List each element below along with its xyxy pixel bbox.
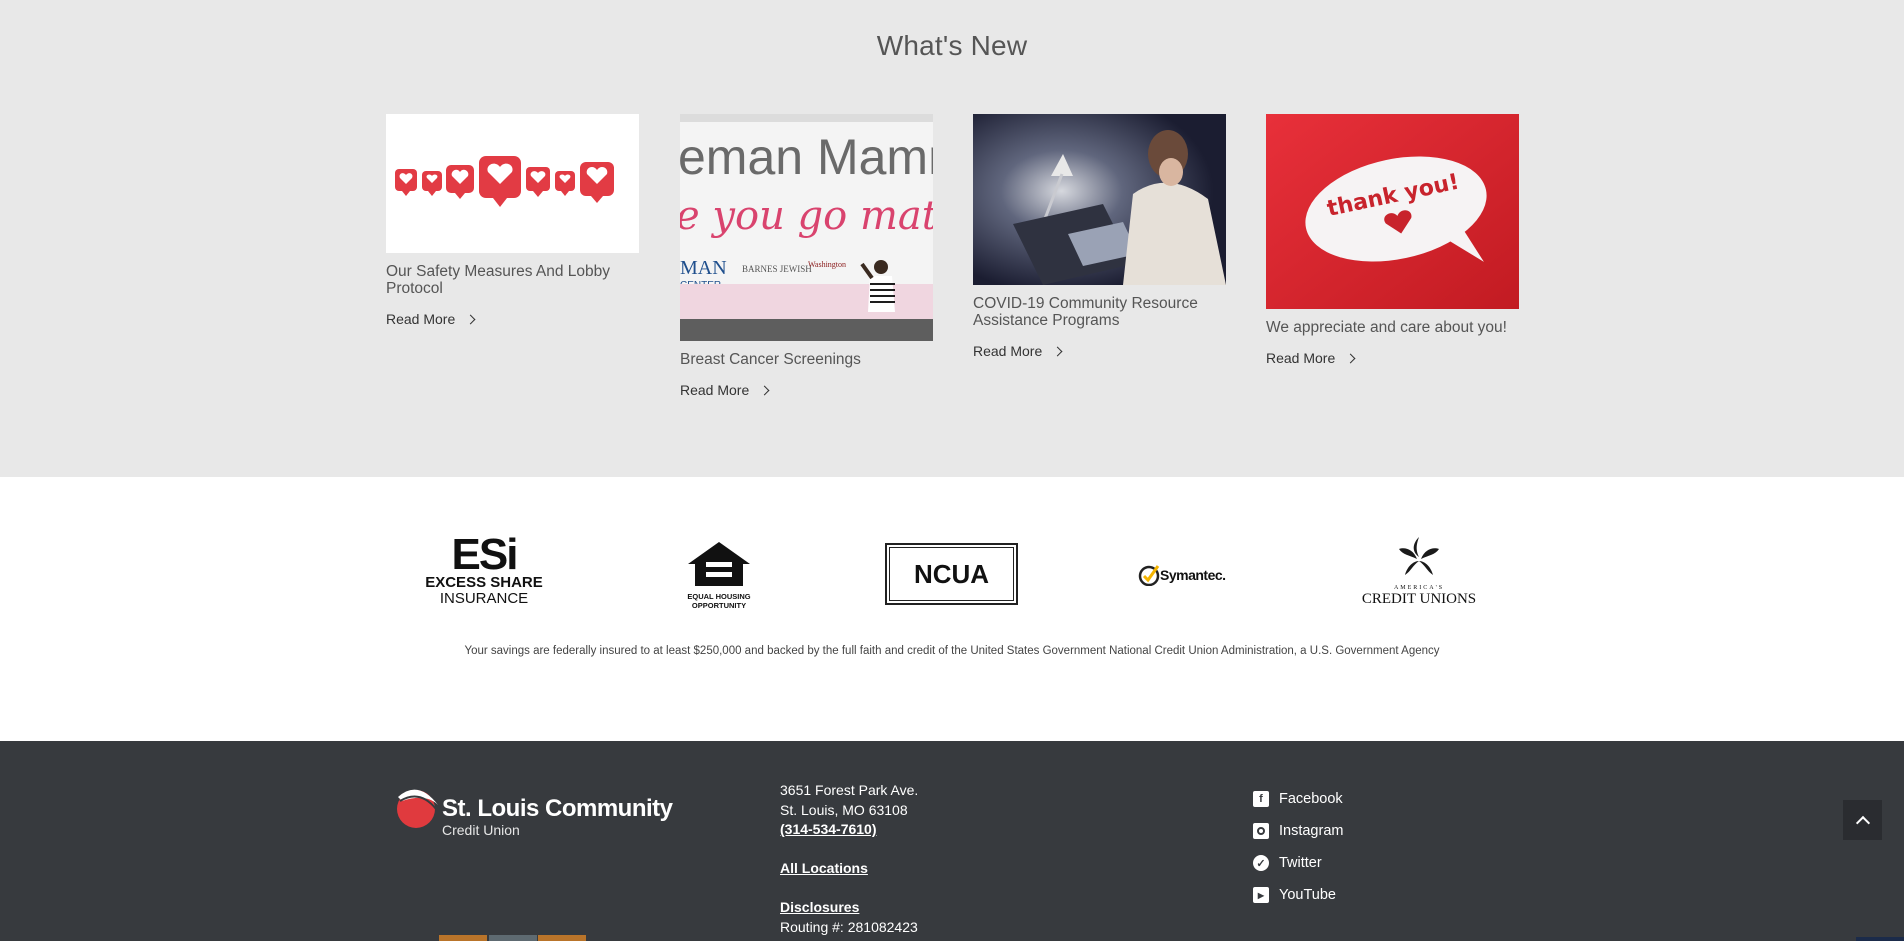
insurance-disclaimer: Your savings are federally insured to at… xyxy=(464,645,1440,657)
social-label: YouTube xyxy=(1279,887,1336,903)
thank-you-bubble-illustration: thank you! xyxy=(1266,114,1519,309)
acu-big-text: CREDIT UNIONS xyxy=(1361,591,1477,607)
van-script: e you go matter xyxy=(680,193,933,239)
social-instagram[interactable]: Instagram xyxy=(1253,815,1343,847)
thank-you-image[interactable]: thank you! xyxy=(1266,114,1519,309)
esi-line2: INSURANCE xyxy=(439,590,529,607)
news-card-safety: Our Safety Measures And Lobby Protocol R… xyxy=(386,114,639,328)
footer-brand-logo[interactable]: St. Louis Community Credit Union xyxy=(392,783,673,839)
mammography-van-image[interactable]: eman Mamm e you go matter MAN CENTER BAR… xyxy=(680,114,933,341)
twitter-icon: ✓ xyxy=(1253,855,1269,871)
svg-text:Washington: Washington xyxy=(808,260,846,269)
footer-tab-gray[interactable] xyxy=(489,935,537,941)
symantec-logo: Symantec. xyxy=(1138,562,1238,588)
youtube-icon: ▶ xyxy=(1253,887,1269,903)
ncua-mark: NCUA xyxy=(913,558,990,589)
brand-name: St. Louis Community xyxy=(442,795,673,822)
read-more-link[interactable]: Read More xyxy=(973,343,1063,359)
news-card-covid-resources: COVID-19 Community Resource Assistance P… xyxy=(973,114,1226,360)
ncua-logo: NCUA xyxy=(885,543,1018,605)
address-line1: 3651 Forest Park Ave. xyxy=(780,782,919,798)
chevron-right-icon xyxy=(759,385,770,395)
read-more-label: Read More xyxy=(1266,350,1336,366)
esi-logo: ESi EXCESS SHARE INSURANCE xyxy=(417,530,551,615)
van-text: eman Mamm xyxy=(680,129,933,185)
hearts-image[interactable] xyxy=(386,114,639,253)
social-facebook[interactable]: f Facebook xyxy=(1253,783,1343,815)
news-card-title[interactable]: COVID-19 Community Resource Assistance P… xyxy=(973,295,1226,329)
chevron-up-icon xyxy=(1855,815,1870,831)
social-youtube[interactable]: ▶ YouTube xyxy=(1253,879,1343,911)
news-card-title[interactable]: Our Safety Measures And Lobby Protocol xyxy=(386,263,639,297)
house-icon xyxy=(688,542,750,586)
chevron-right-icon xyxy=(465,314,476,324)
heart-notifications-illustration xyxy=(395,156,614,207)
woman-at-laptop-photo xyxy=(973,114,1226,285)
social-twitter[interactable]: ✓ Twitter xyxy=(1253,847,1343,879)
credit-union-swoosh-icon xyxy=(397,789,438,828)
equal-housing-logo: EQUAL HOUSING OPPORTUNITY xyxy=(685,540,753,610)
news-card-thank-you: thank you! We appreciate and care about … xyxy=(1266,114,1519,367)
address-line2: St. Louis, MO 63108 xyxy=(780,801,908,818)
phone-link[interactable]: (314-534-7610) xyxy=(780,821,877,837)
whats-new-section: What's New Our Safety Measures And Lobby… xyxy=(0,0,1904,477)
read-more-link[interactable]: Read More xyxy=(680,382,770,398)
chevron-right-icon xyxy=(1052,346,1063,356)
housing-line1: EQUAL HOUSING xyxy=(687,592,751,601)
insurance-logos-section: ESi EXCESS SHARE INSURANCE EQUAL HOUSING… xyxy=(0,477,1904,741)
instagram-icon xyxy=(1253,823,1269,839)
housing-line2: OPPORTUNITY xyxy=(691,601,747,610)
read-more-link[interactable]: Read More xyxy=(1266,350,1356,366)
esi-line1: EXCESS SHARE xyxy=(425,574,543,591)
site-footer: St. Louis Community Credit Union 3651 Fo… xyxy=(0,741,1904,941)
brand-subtitle: Credit Union xyxy=(442,822,520,838)
footer-tab-orange[interactable] xyxy=(439,935,487,941)
contact-block: 3651 Forest Park Ave. St. Louis, MO 6310… xyxy=(780,781,918,937)
svg-text:MAN: MAN xyxy=(680,257,727,279)
svg-text:BARNES JEWISH: BARNES JEWISH xyxy=(742,264,812,274)
news-card-title[interactable]: We appreciate and care about you! xyxy=(1266,319,1519,336)
news-card-title[interactable]: Breast Cancer Screenings xyxy=(680,351,933,368)
section-title: What's New xyxy=(876,30,1028,61)
facebook-icon: f xyxy=(1253,791,1269,807)
credit-unions-emblem-icon xyxy=(1399,537,1439,575)
news-card-breast-cancer: eman Mamm e you go matter MAN CENTER BAR… xyxy=(680,114,933,399)
read-more-label: Read More xyxy=(973,343,1043,359)
checkmark-icon xyxy=(1138,565,1160,586)
read-more-label: Read More xyxy=(680,382,750,398)
social-links: f Facebook Instagram ✓ Twitter ▶ YouTube xyxy=(1253,783,1343,911)
routing-number: Routing #: 281082423 xyxy=(780,918,918,935)
social-label: Facebook xyxy=(1279,791,1343,807)
americas-credit-unions-logo: AMERICA'S CREDIT UNIONS xyxy=(1360,535,1478,615)
back-to-top-button[interactable] xyxy=(1843,800,1882,840)
woman-laptop-image[interactable] xyxy=(973,114,1226,285)
esi-mark: ESi xyxy=(451,530,519,579)
all-locations-link[interactable]: All Locations xyxy=(780,860,868,876)
disclosures-link[interactable]: Disclosures xyxy=(780,899,859,915)
mammography-van-photo: eman Mamm e you go matter MAN CENTER BAR… xyxy=(680,114,933,341)
footer-tab-orange-2[interactable] xyxy=(538,935,586,941)
taskbar-edge xyxy=(1856,937,1904,941)
symantec-text: Symantec. xyxy=(1160,567,1226,583)
read-more-link[interactable]: Read More xyxy=(386,311,476,327)
read-more-label: Read More xyxy=(386,311,456,327)
social-label: Twitter xyxy=(1279,855,1322,871)
social-label: Instagram xyxy=(1279,823,1344,839)
chevron-right-icon xyxy=(1345,353,1356,363)
